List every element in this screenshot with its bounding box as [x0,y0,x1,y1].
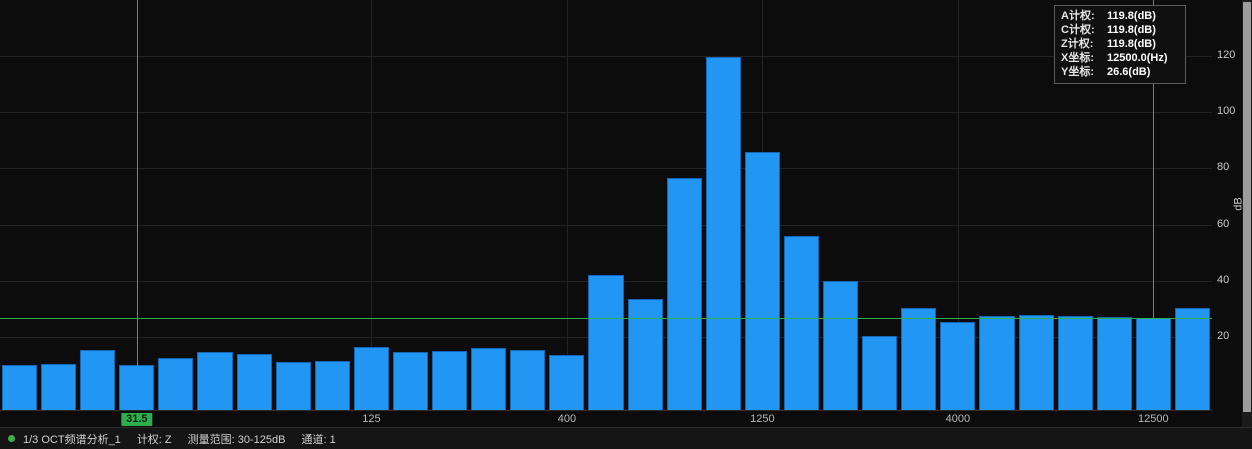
y-axis-tick-label: 120 [1217,49,1235,62]
frequency-band-bar[interactable] [471,348,506,410]
spectrum-analyzer-window: 31.51254001250400012500 dB 2040608010012… [0,0,1252,449]
readout-label-y-coord: Y坐标: [1061,65,1107,79]
x-axis-cursor-badge: 31.5 [121,413,152,426]
frequency-band-bar[interactable] [901,308,936,411]
vertical-gridline [567,0,568,410]
horizontal-gridline [0,56,1212,57]
frequency-band-bar[interactable] [354,347,389,410]
scrollbar-thumb[interactable] [1243,2,1251,412]
frequency-band-bar[interactable] [276,362,311,410]
y-axis: dB 20406080100120 [1212,0,1242,410]
frequency-band-bar[interactable] [588,275,623,410]
readout-row: Z计权: 119.8(dB) [1061,37,1179,51]
frequency-band-bar[interactable] [80,350,115,410]
readout-value-z-weight: 119.8(dB) [1107,37,1156,51]
frequency-band-bar[interactable] [158,358,193,410]
frequency-band-bar[interactable] [197,352,232,410]
frequency-band-bar[interactable] [706,57,741,410]
frequency-band-bar[interactable] [549,355,584,410]
frequency-band-bar[interactable] [432,351,467,410]
readout-label-a-weight: A计权: [1061,9,1107,23]
readout-row: A计权: 119.8(dB) [1061,9,1179,23]
frequency-band-bar[interactable] [41,364,76,410]
horizontal-gridline [0,168,1212,169]
readout-label-z-weight: Z计权: [1061,37,1107,51]
readout-value-y-coord: 26.6(dB) [1107,65,1150,79]
y-axis-tick-label: 100 [1217,105,1235,118]
readout-row: Y坐标: 26.6(dB) [1061,65,1179,79]
frequency-band-bar[interactable] [745,152,780,410]
frequency-band-bar[interactable] [315,361,350,410]
frequency-band-bar[interactable] [823,281,858,410]
readout-value-a-weight: 119.8(dB) [1107,9,1156,23]
readout-value-c-weight: 119.8(dB) [1107,23,1156,37]
frequency-band-bar[interactable] [862,336,897,410]
frequency-band-bar[interactable] [667,178,702,410]
status-bar: 1/3 OCT频谱分析_1 计权: Z 测量范围: 30-125dB 通道: 1 [0,427,1252,449]
x-axis-tick-label: 4000 [946,413,970,426]
frequency-band-bar[interactable] [1175,308,1210,411]
frequency-band-bar[interactable] [784,236,819,410]
frequency-band-bar[interactable] [237,354,272,410]
x-axis-tick-label: 400 [558,413,576,426]
frequency-band-bar[interactable] [1097,317,1132,410]
frequency-band-bar[interactable] [1058,316,1093,410]
x-axis-tick-label: 12500 [1138,413,1169,426]
weighting-label: 计权: Z [137,431,172,447]
frequency-band-bar[interactable] [393,352,428,410]
channel-label: 通道: 1 [301,431,335,447]
y-axis-tick-label: 20 [1217,330,1229,343]
frequency-band-bar[interactable] [628,299,663,410]
measurement-title: 1/3 OCT频谱分析_1 [23,431,121,447]
frequency-band-bar[interactable] [979,316,1014,410]
y-axis-tick-label: 60 [1217,218,1229,231]
readout-row: X坐标: 12500.0(Hz) [1061,51,1179,65]
x-axis-tick-label: 1250 [750,413,774,426]
channel-indicator-dot [8,435,15,442]
cursor-readout-panel: A计权: 119.8(dB) C计权: 119.8(dB) Z计权: 119.8… [1054,5,1186,84]
horizontal-gridline [0,112,1212,113]
readout-label-x-coord: X坐标: [1061,51,1107,65]
y-axis-tick-label: 80 [1217,161,1229,174]
readout-row: C计权: 119.8(dB) [1061,23,1179,37]
horizontal-gridline [0,225,1212,226]
frequency-band-bar[interactable] [510,350,545,410]
readout-value-x-coord: 12500.0(Hz) [1107,51,1168,65]
frequency-band-bar[interactable] [940,322,975,410]
y-axis-tick-label: 40 [1217,274,1229,287]
cursor-vertical-line[interactable] [137,0,138,410]
x-axis: 31.5 125 400 1250 4000 12500 [0,411,1212,427]
cursor-horizontal-line[interactable] [0,318,1212,319]
range-label: 测量范围: 30-125dB [188,431,286,447]
chart-plot-area[interactable] [0,0,1212,411]
vertical-scrollbar[interactable] [1242,0,1252,427]
frequency-band-bar[interactable] [1019,315,1054,410]
frequency-band-bar[interactable] [2,365,37,410]
x-axis-tick-label: 125 [362,413,380,426]
readout-label-c-weight: C计权: [1061,23,1107,37]
